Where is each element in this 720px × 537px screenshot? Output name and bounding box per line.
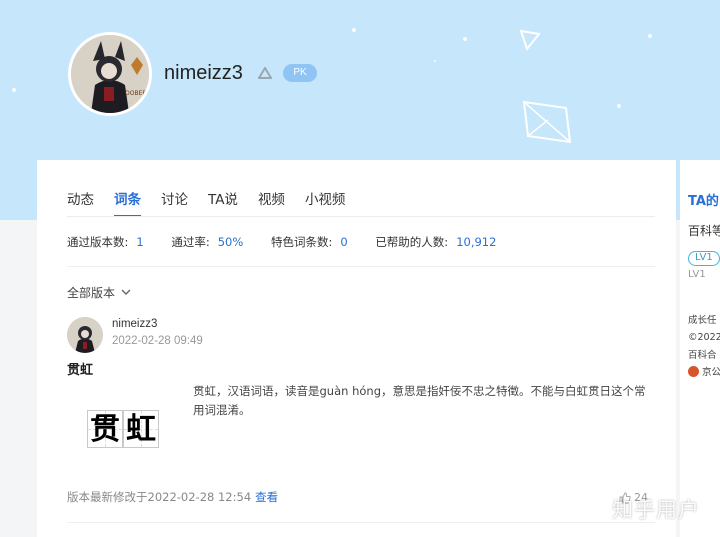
sidebar-subtitle: 百科等 xyxy=(688,224,720,238)
star-decoration xyxy=(617,104,621,108)
level-text: LV1 xyxy=(688,269,706,280)
tab-short-videos[interactable]: 小视频 xyxy=(305,188,346,217)
profile-avatar[interactable]: OOBERM xyxy=(68,32,152,116)
stats-row: 通过版本数: 1 通过率: 50% 特色词条数: 0 已帮助的人数: 10,912 xyxy=(67,234,496,250)
stats-divider xyxy=(67,266,655,267)
profile-tabs: 动态 词条 讨论 TA说 视频 小视频 xyxy=(67,188,365,217)
triangle-decoration-icon xyxy=(519,29,541,52)
level-badge: LV1 xyxy=(688,251,720,266)
police-record-label: 京公 xyxy=(702,367,720,378)
stat-featured-value: 0 xyxy=(340,235,348,249)
char-cell: 虹 xyxy=(123,410,159,448)
entry-divider xyxy=(67,522,655,523)
sidebar-title: TA的 xyxy=(688,194,719,209)
gender-icon xyxy=(258,67,272,79)
stat-versions-label: 通过版本数: xyxy=(67,235,129,249)
star-decoration xyxy=(12,88,16,92)
chevron-down-icon xyxy=(121,289,131,295)
entry-title[interactable]: 贯虹 xyxy=(67,359,93,378)
growth-link[interactable]: 成长任 xyxy=(688,312,717,326)
avatar-image-icon xyxy=(67,317,103,353)
tab-discussion[interactable]: 讨论 xyxy=(161,188,188,217)
version-filter-label: 全部版本 xyxy=(67,286,116,300)
view-link[interactable]: 查看 xyxy=(255,490,278,504)
stat-rate-value: 50% xyxy=(217,235,244,249)
tab-videos[interactable]: 视频 xyxy=(258,188,285,217)
copyright-text: ©2022 xyxy=(688,332,720,343)
entry-image[interactable]: 贯 虹 xyxy=(87,410,159,448)
entry-summary: 贯虹，汉语词语，读音是guàn hóng，意思是指奸佞不忠之特徵。不能与白虹贯日… xyxy=(193,384,646,417)
star-decoration xyxy=(434,60,436,62)
version-filter-dropdown[interactable]: 全部版本 xyxy=(67,284,131,301)
entry-author[interactable]: nimeizz3 xyxy=(112,318,157,330)
copyright-text-2: 百科合 xyxy=(688,350,717,361)
char-glyph: 贯 xyxy=(90,412,120,447)
stat-versions-value: 1 xyxy=(136,235,144,249)
char-cell: 贯 xyxy=(87,410,123,448)
stat-helped-value: 10,912 xyxy=(456,235,497,249)
stat-rate-label: 通过率: xyxy=(171,235,210,249)
stat-featured-label: 特色词条数: xyxy=(270,235,333,249)
tabs-divider xyxy=(67,216,655,217)
kite-decoration-icon xyxy=(522,100,572,144)
entry-timestamp: 2022-02-28 09:49 xyxy=(112,335,203,347)
char-glyph: 虹 xyxy=(126,412,156,447)
profile-username: nimeizz3 xyxy=(164,62,243,84)
star-decoration xyxy=(463,37,467,41)
modified-info: 版本最新修改于2022-02-28 12:54 查看 xyxy=(67,489,278,505)
sidebar-card: TA的 百科等 LV1 LV1 成长任 ©2022 百科合 京公 xyxy=(680,160,720,537)
modified-prefix: 版本最新修改于 xyxy=(67,490,148,504)
avatar-image-icon: OOBERM xyxy=(71,35,149,113)
tab-entries[interactable]: 词条 xyxy=(114,188,141,217)
star-decoration xyxy=(648,34,652,38)
watermark: 知乎用户 xyxy=(612,498,700,522)
stat-helped-label: 已帮助的人数: xyxy=(375,235,449,249)
entries-card: 动态 词条 讨论 TA说 视频 小视频 通过版本数: 1 通过率: 50% 特色词条… xyxy=(37,160,676,537)
star-decoration xyxy=(352,28,356,32)
modified-time: 2022-02-28 12:54 xyxy=(147,490,252,504)
tab-ta-says[interactable]: TA说 xyxy=(208,188,238,217)
police-record[interactable]: 京公 xyxy=(688,364,720,378)
police-emblem-icon xyxy=(688,366,699,377)
avatar[interactable] xyxy=(67,317,103,353)
tab-activity[interactable]: 动态 xyxy=(67,188,94,217)
svg-text:OOBERM: OOBERM xyxy=(125,90,149,97)
pk-badge[interactable]: PK xyxy=(283,64,317,82)
